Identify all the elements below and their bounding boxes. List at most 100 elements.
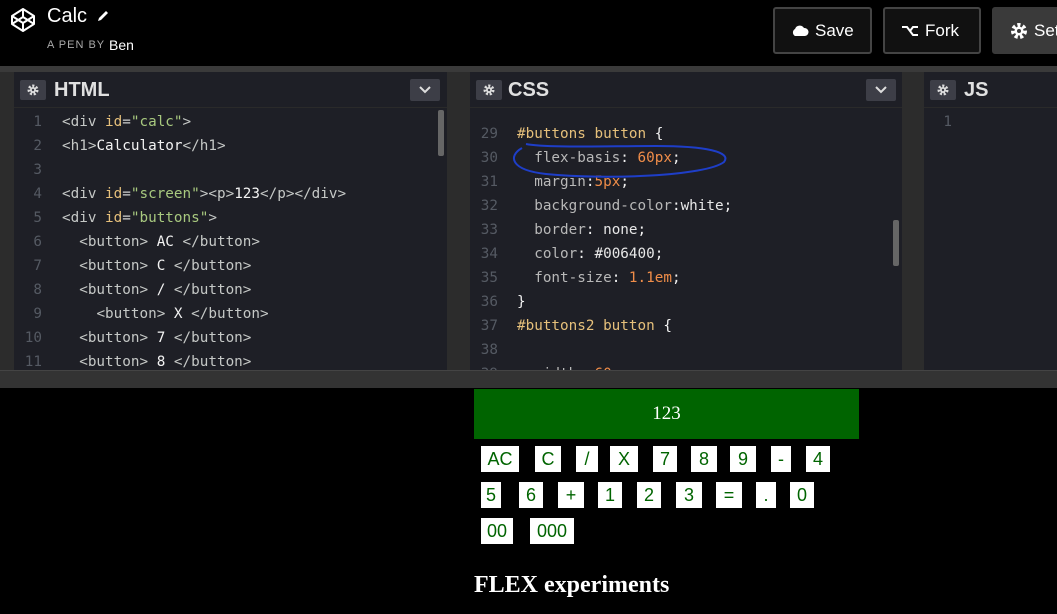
- line-number: 10: [24, 330, 42, 346]
- calc-button[interactable]: AC: [481, 446, 519, 472]
- code-line[interactable]: 3: [14, 158, 447, 182]
- html-pane-header: HTML: [14, 72, 447, 108]
- fork-button[interactable]: Fork: [883, 7, 981, 54]
- html-settings-icon[interactable]: [20, 80, 46, 100]
- calc-button[interactable]: 3: [676, 482, 702, 508]
- css-collapse-chevron-down-icon[interactable]: [866, 79, 896, 101]
- pencil-edit-icon[interactable]: [96, 9, 110, 23]
- line-number: 29: [480, 126, 498, 142]
- css-settings-icon[interactable]: [476, 80, 502, 100]
- calc-button[interactable]: 00: [481, 518, 513, 544]
- save-label: Save: [815, 20, 854, 40]
- calc-button[interactable]: .: [756, 482, 776, 508]
- calc-button[interactable]: /: [576, 446, 598, 472]
- js-editor-pane: JS 1: [924, 72, 1057, 370]
- settings-label: Settings: [1034, 20, 1057, 40]
- editor-area: HTML 1 <div id="calc"> 2 <h1>Calculator</h1…: [0, 72, 1057, 370]
- code-text[interactable]: <div id="screen"><p>123</p></div>: [62, 182, 346, 206]
- code-text[interactable]: <h1>Calculator</h1>: [62, 134, 226, 158]
- css-scrollbar[interactable]: [893, 220, 899, 266]
- code-text[interactable]: <button> AC </button>: [62, 230, 260, 254]
- code-line[interactable]: 35 font-size: 1.1em;: [470, 266, 902, 290]
- code-line[interactable]: 6 <button> AC </button>: [14, 230, 447, 254]
- settings-button[interactable]: Settings: [992, 7, 1057, 54]
- calc-button[interactable]: 7: [653, 446, 677, 472]
- calc-button[interactable]: 2: [637, 482, 661, 508]
- preview-resize-bar[interactable]: [0, 370, 1057, 388]
- code-text[interactable]: #buttons2 button {: [517, 314, 672, 338]
- calc-button[interactable]: C: [535, 446, 561, 472]
- code-text[interactable]: width: 60: [517, 362, 611, 370]
- code-line[interactable]: 10 <button> 7 </button>: [14, 326, 447, 350]
- line-number: 31: [480, 174, 498, 190]
- html-editor-pane: HTML 1 <div id="calc"> 2 <h1>Calculator</h1…: [14, 72, 447, 370]
- code-line[interactable]: 4 <div id="screen"><p>123</p></div>: [14, 182, 447, 206]
- code-text[interactable]: <div id="buttons">: [62, 206, 217, 230]
- code-text[interactable]: <div id="calc">: [62, 110, 191, 134]
- calc-button[interactable]: +: [558, 482, 584, 508]
- code-text[interactable]: background-color:white;: [517, 194, 732, 218]
- line-number: 3: [33, 162, 42, 178]
- code-line[interactable]: 38: [470, 338, 902, 362]
- code-text[interactable]: color: #006400;: [517, 242, 663, 266]
- save-button[interactable]: Save: [773, 7, 872, 54]
- css-js-divider[interactable]: [902, 72, 924, 370]
- line-number: 32: [480, 198, 498, 214]
- gear-icon: [1011, 22, 1027, 39]
- code-text[interactable]: <button> 8 </button>: [62, 350, 251, 370]
- line-number: 38: [480, 342, 498, 358]
- calc-button[interactable]: 4: [806, 446, 830, 472]
- pen-author-link[interactable]: Ben: [109, 37, 134, 53]
- calculator-screen: 123: [474, 389, 859, 439]
- code-text[interactable]: <button> 7 </button>: [62, 326, 251, 350]
- code-line[interactable]: 11 <button> 8 </button>: [14, 350, 447, 370]
- code-text[interactable]: border: none;: [517, 218, 646, 242]
- code-line[interactable]: 2 <h1>Calculator</h1>: [14, 134, 447, 158]
- line-number: 11: [24, 354, 42, 370]
- calc-button[interactable]: 5: [481, 482, 501, 508]
- html-collapse-chevron-down-icon[interactable]: [410, 79, 440, 101]
- code-line[interactable]: 36}: [470, 290, 902, 314]
- code-line[interactable]: 32 background-color:white;: [470, 194, 902, 218]
- flex-experiments-heading: FLEX experiments: [474, 572, 670, 598]
- html-pane-title: HTML: [54, 79, 110, 101]
- pen-title[interactable]: Calc: [47, 5, 87, 28]
- code-text[interactable]: <button> C </button>: [62, 254, 251, 278]
- code-line[interactable]: 33 border: none;: [470, 218, 902, 242]
- calc-button[interactable]: -: [771, 446, 791, 472]
- calc-button[interactable]: 8: [691, 446, 717, 472]
- css-editor-pane: CSS 29 #buttons button {30 flex-basis: 60…: [470, 72, 902, 370]
- code-line[interactable]: 37 #buttons2 button {: [470, 314, 902, 338]
- fork-icon: [902, 25, 918, 36]
- line-number: 30: [480, 150, 498, 166]
- code-text[interactable]: <button> X </button>: [62, 302, 268, 326]
- codepen-logo-icon[interactable]: [10, 7, 36, 33]
- js-settings-icon[interactable]: [930, 80, 956, 100]
- code-line[interactable]: 1: [924, 110, 1057, 134]
- calc-button[interactable]: 000: [530, 518, 574, 544]
- code-line[interactable]: 39 width: 60: [470, 362, 902, 370]
- html-css-divider[interactable]: [447, 72, 470, 370]
- line-number: 1: [33, 114, 42, 130]
- code-line[interactable]: 7 <button> C </button>: [14, 254, 447, 278]
- code-line[interactable]: 5 <div id="buttons">: [14, 206, 447, 230]
- html-scrollbar[interactable]: [438, 110, 444, 156]
- editor-left-gutter: [0, 72, 14, 370]
- calc-button[interactable]: 0: [790, 482, 814, 508]
- code-text[interactable]: }: [517, 290, 526, 314]
- line-number: 37: [480, 318, 498, 334]
- js-pane-header: JS: [924, 72, 1057, 108]
- calc-button[interactable]: =: [716, 482, 742, 508]
- cloud-icon: [792, 25, 809, 36]
- code-text[interactable]: <button> / </button>: [62, 278, 251, 302]
- line-number: 5: [33, 210, 42, 226]
- code-line[interactable]: 1 <div id="calc">: [14, 110, 447, 134]
- code-line[interactable]: 9 <button> X </button>: [14, 302, 447, 326]
- calc-button[interactable]: 6: [519, 482, 543, 508]
- calc-button[interactable]: X: [610, 446, 638, 472]
- code-line[interactable]: 34 color: #006400;: [470, 242, 902, 266]
- code-text[interactable]: font-size: 1.1em;: [517, 266, 680, 290]
- calc-button[interactable]: 1: [598, 482, 622, 508]
- calc-button[interactable]: 9: [730, 446, 756, 472]
- code-line[interactable]: 8 <button> / </button>: [14, 278, 447, 302]
